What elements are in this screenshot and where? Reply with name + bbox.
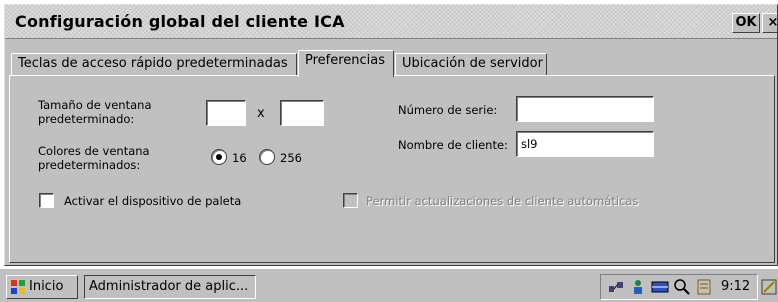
- taskbar: Inicio Administrador de aplic... 9:12: [0, 268, 778, 302]
- ica-settings-window: Configuración global del cliente ICA OK …: [4, 4, 778, 266]
- color-256-radio[interactable]: [259, 149, 275, 165]
- close-button[interactable]: ×: [762, 13, 777, 33]
- size-separator: x: [257, 106, 265, 121]
- search-icon[interactable]: [673, 278, 691, 296]
- window-width-field[interactable]: [206, 100, 246, 126]
- window-size-label: Tamaño de ventana predeterminado:: [38, 98, 152, 126]
- auto-update-checkbox[interactable]: [343, 193, 358, 208]
- serial-label: Número de serie:: [398, 103, 498, 117]
- client-name-field[interactable]: sl9: [516, 131, 654, 157]
- network-icon[interactable]: [607, 278, 625, 296]
- color-256-label: 256: [280, 151, 302, 165]
- start-label: Inicio: [29, 279, 64, 294]
- client-name-label: Nombre de cliente:: [398, 138, 508, 152]
- window-size-label-line2: predeterminado:: [38, 112, 135, 126]
- show-desktop-icon[interactable]: [760, 274, 778, 300]
- auto-update-label: Permitir actualizaciones de cliente auto…: [366, 194, 639, 208]
- ok-button[interactable]: OK: [732, 13, 760, 33]
- start-button[interactable]: Inicio: [6, 275, 78, 299]
- color-16-label: 16: [232, 151, 247, 165]
- palette-checkbox-label: Activar el dispositivo de paleta: [64, 194, 242, 208]
- start-icon: [11, 280, 25, 294]
- keyboard-icon[interactable]: [651, 278, 669, 296]
- window-size-label-line1: Tamaño de ventana: [38, 98, 152, 112]
- tab-hotkeys[interactable]: Teclas de acceso rápido predeterminadas: [11, 53, 297, 75]
- tab-server-location[interactable]: Ubicación de servidor: [395, 53, 547, 75]
- user-icon[interactable]: [629, 278, 647, 296]
- palette-checkbox[interactable]: [39, 193, 54, 208]
- system-tray: 9:12: [600, 274, 758, 300]
- window-title: Configuración global del cliente ICA: [15, 12, 345, 31]
- tab-preferences[interactable]: Preferencias: [298, 50, 394, 77]
- tab-strip: Teclas de acceso rápido predeterminadas …: [5, 41, 777, 77]
- colors-label: Colores de ventana predeterminados:: [38, 144, 150, 172]
- preferences-panel: Tamaño de ventana predeterminado: x Colo…: [9, 75, 775, 263]
- colors-label-line2: predeterminados:: [38, 158, 141, 172]
- window-height-field[interactable]: [280, 100, 324, 126]
- input-method-icon[interactable]: [695, 278, 713, 296]
- taskbar-app-button[interactable]: Administrador de aplic...: [84, 275, 256, 299]
- clock: 9:12: [721, 279, 751, 294]
- color-16-radio[interactable]: [211, 149, 227, 165]
- title-bar: Configuración global del cliente ICA OK …: [5, 5, 777, 39]
- serial-field[interactable]: [516, 96, 654, 122]
- colors-label-line1: Colores de ventana: [38, 144, 150, 158]
